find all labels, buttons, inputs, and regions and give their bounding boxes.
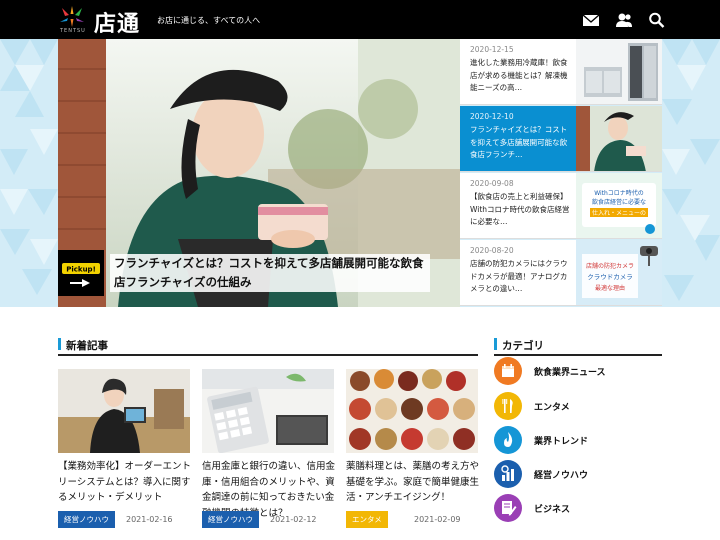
side-thumb-woman <box>576 106 662 171</box>
side-article-date: 2020-12-15 <box>470 45 514 54</box>
category-section-header: カテゴリ <box>494 336 662 356</box>
logo-subtext: TENTSU <box>60 28 86 34</box>
article-card[interactable]: 【業務効率化】オーダーエントリーシステムとは？導入に関するメリット・デメリット … <box>58 369 192 535</box>
side-article-title: 店舗の防犯カメラにはクラウドカメラが最適！アナログカメラとの違い… <box>470 259 568 293</box>
thumb-text-line1: 店舗の防犯カメラ <box>586 262 634 270</box>
side-article-item[interactable]: 2020-08-20 店舗の防犯カメラにはクラウドカメラが最適！アナログカメラと… <box>460 240 662 306</box>
cutlery-icon <box>494 392 522 420</box>
side-thumb-refrigerator <box>576 39 662 104</box>
category-item-management-knowhow[interactable]: 経営ノウハウ <box>494 460 662 490</box>
side-article-date: 2020-12-10 <box>470 112 514 121</box>
logo-text: 店通 <box>94 12 141 37</box>
side-article-title: フランチャイズとは？コストを抑えて多店舗展開可能な飲食店フランチ… <box>470 125 568 159</box>
hero-section: Pickup! フランチャイズとは？コストを抑えて多店舗展開可能な飲食店フランチ… <box>0 39 720 307</box>
pickup-label: Pickup! <box>66 266 96 274</box>
pickup-badge: Pickup! <box>58 250 104 296</box>
flame-icon <box>494 426 522 454</box>
article-date: 2021-02-16 <box>126 515 173 524</box>
pickup-title[interactable]: フランチャイズとは？コストを抑えて多店舗展開可能な飲食店フランチャイズの仕組み <box>110 254 430 292</box>
article-image-spices <box>346 369 478 453</box>
side-article-title: 進化した業務用冷蔵庫！飲食店が求める機能とは？解凍機能ニーズの高… <box>470 58 568 92</box>
category-label: エンタメ <box>534 403 570 413</box>
section-accent-bar <box>58 338 61 350</box>
news-section-header: 新着記事 <box>58 336 478 356</box>
thumb-text-line2: クラウドカメラ <box>587 273 633 281</box>
article-card[interactable]: 薬膳料理とは、薬膳の考え方や基礎を学ぶ。家庭で簡単健康生活・アンチエイジング！ … <box>346 369 480 535</box>
thumb-text-line2: 飲食店経営に必要な <box>592 198 646 206</box>
site-header: TENTSU 店通 お店に通じる、すべての人へ <box>0 0 720 39</box>
document-pen-icon <box>494 494 522 522</box>
article-category-tag[interactable]: エンタメ <box>346 511 388 528</box>
calendar-icon <box>494 357 522 385</box>
side-article-date: 2020-08-20 <box>470 246 514 255</box>
pickup-hand-icon: Pickup! <box>62 263 100 287</box>
article-title[interactable]: 薬膳料理とは、薬膳の考え方や基礎を学ぶ。家庭で簡単健康生活・アンチエイジング！ <box>346 459 480 506</box>
thumb-text-line3: 仕入れ・メニューの <box>592 209 646 217</box>
article-title[interactable]: 【業務効率化】オーダーエントリーシステムとは？導入に関するメリット・デメリット <box>58 459 192 506</box>
category-label: ビジネス <box>534 505 571 515</box>
side-article-item-active[interactable]: 2020-12-10 フランチャイズとは？コストを抑えて多店舗展開可能な飲食店フ… <box>460 106 662 172</box>
category-item-business[interactable]: ビジネス <box>494 494 662 524</box>
article-date: 2021-02-12 <box>270 515 317 524</box>
category-label: 飲食業界ニュース <box>534 368 606 378</box>
side-thumb-covid-menu: Withコロナ時代の 飲食店経営に必要な 仕入れ・メニューの <box>576 173 662 238</box>
side-article-item[interactable]: 2020-12-15 進化した業務用冷蔵庫！飲食店が求める機能とは？解凍機能ニー… <box>460 39 662 105</box>
news-section-title: 新着記事 <box>66 340 108 352</box>
category-label: 業界トレンド <box>534 437 589 447</box>
side-article-date: 2020-09-08 <box>470 179 514 188</box>
site-tagline: お店に通じる、すべての人へ <box>157 16 261 25</box>
category-label: 経営ノウハウ <box>534 471 589 481</box>
side-thumb-security-camera: 店舗の防犯カメラ クラウドカメラ 最適な理由 <box>576 240 662 305</box>
article-card[interactable]: 信用金庫と銀行の違い、信用金庫・信用組合のメリットや、資金調達の前に知っておきた… <box>202 369 335 535</box>
user-icon[interactable] <box>615 12 633 28</box>
search-icon[interactable] <box>648 12 666 28</box>
category-item-industry-news[interactable]: 飲食業界ニュース <box>494 357 662 387</box>
article-date: 2021-02-09 <box>414 515 461 524</box>
pickup-feature[interactable]: Pickup! フランチャイズとは？コストを抑えて多店舗展開可能な飲食店フランチ… <box>58 250 460 296</box>
mail-icon[interactable] <box>582 12 600 28</box>
article-image-calculator <box>202 369 334 453</box>
thumb-text-line3: 最適な理由 <box>595 284 625 292</box>
article-category-tag[interactable]: 経営ノウハウ <box>202 511 259 528</box>
article-image-order-system <box>58 369 190 453</box>
section-accent-bar <box>494 338 497 350</box>
category-item-entertainment[interactable]: エンタメ <box>494 392 662 422</box>
category-section-title: カテゴリ <box>502 340 544 352</box>
side-article-title: 【飲食店の売上と利益確保】Withコロナ時代の飲食店経営に必要な… <box>470 192 570 226</box>
thumb-text-line1: Withコロナ時代の <box>594 189 644 197</box>
category-item-industry-trend[interactable]: 業界トレンド <box>494 426 662 456</box>
logo-star-icon <box>60 6 84 27</box>
side-article-item[interactable]: 2020-09-08 【飲食店の売上と利益確保】Withコロナ時代の飲食店経営に… <box>460 173 662 239</box>
hero-side-list: 2020-12-15 進化した業務用冷蔵庫！飲食店が求める機能とは？解凍機能ニー… <box>460 39 662 307</box>
site-logo[interactable]: TENTSU 店通 <box>58 5 142 37</box>
chart-search-icon <box>494 460 522 488</box>
article-category-tag[interactable]: 経営ノウハウ <box>58 511 115 528</box>
